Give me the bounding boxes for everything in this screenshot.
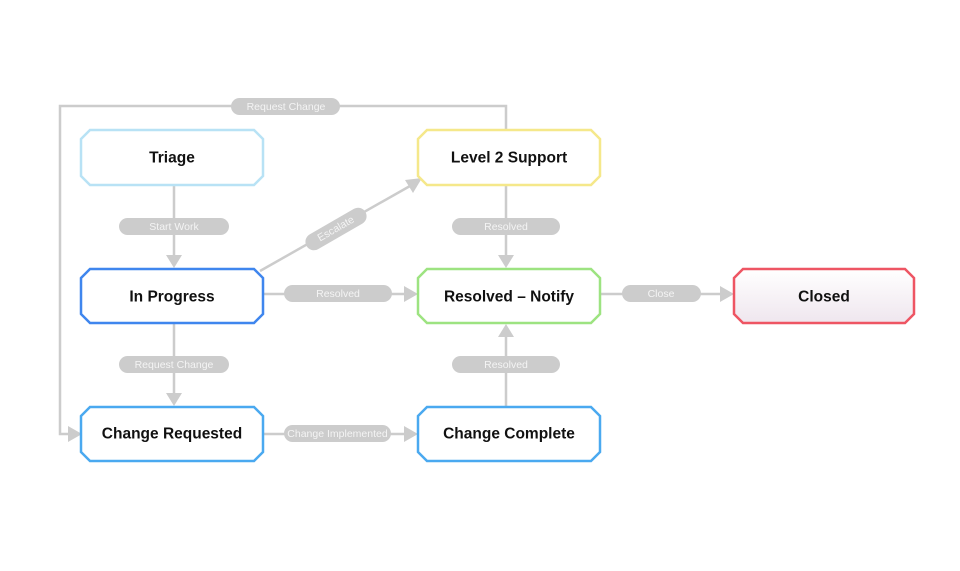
node-label: Level 2 Support [451, 150, 567, 167]
edge-label: Change Implemented [287, 428, 388, 440]
arrowhead [404, 426, 418, 442]
edge-in-progress-to-level2[interactable]: Escalate [259, 178, 422, 273]
arrowhead [498, 324, 514, 337]
arrowhead [720, 286, 734, 302]
edge-label: Resolved [484, 221, 528, 233]
node-change-requested[interactable]: Change Requested [79, 405, 265, 463]
node-triage[interactable]: Triage [79, 128, 265, 187]
edge-change-complete-to-resolved[interactable]: Resolved [452, 324, 560, 407]
edge-label: Close [648, 288, 675, 300]
arrowhead [166, 393, 182, 406]
edge-label: Resolved [316, 288, 360, 300]
node-label: Change Requested [102, 426, 242, 443]
node-level2-support[interactable]: Level 2 Support [416, 128, 602, 187]
node-resolved-notify[interactable]: Resolved – Notify [416, 267, 602, 325]
node-closed[interactable]: Closed [732, 267, 916, 325]
node-label: Triage [149, 150, 195, 167]
arrowhead [498, 255, 514, 268]
node-label: Resolved – Notify [444, 289, 574, 306]
edge-in-progress-to-resolved[interactable]: Resolved [264, 285, 418, 302]
node-label: In Progress [129, 289, 214, 306]
node-in-progress[interactable]: In Progress [79, 267, 265, 325]
edge-label: Request Change [247, 101, 326, 113]
edge-change-requested-to-change-complete[interactable]: Change Implemented [264, 425, 418, 442]
edge-in-progress-to-change-requested[interactable]: Request Change [119, 323, 229, 406]
edge-triage-to-in-progress[interactable]: Start Work [119, 185, 229, 268]
workflow-diagram: Request Change Start Work Escalate Resol… [58, 98, 916, 463]
arrowhead [405, 178, 422, 193]
edge-resolved-to-closed[interactable]: Close [600, 285, 734, 302]
edge-label: Resolved [484, 359, 528, 371]
nodes: Triage Level 2 Support In Progress Resol… [79, 128, 916, 463]
node-label: Change Complete [443, 426, 575, 443]
node-change-complete[interactable]: Change Complete [416, 405, 602, 463]
node-label: Closed [798, 289, 850, 306]
arrowhead [404, 286, 418, 302]
edge-level2-to-resolved[interactable]: Resolved [452, 185, 560, 268]
edge-label: Start Work [149, 221, 199, 233]
arrowhead [166, 255, 182, 268]
edge-label: Request Change [135, 359, 214, 371]
